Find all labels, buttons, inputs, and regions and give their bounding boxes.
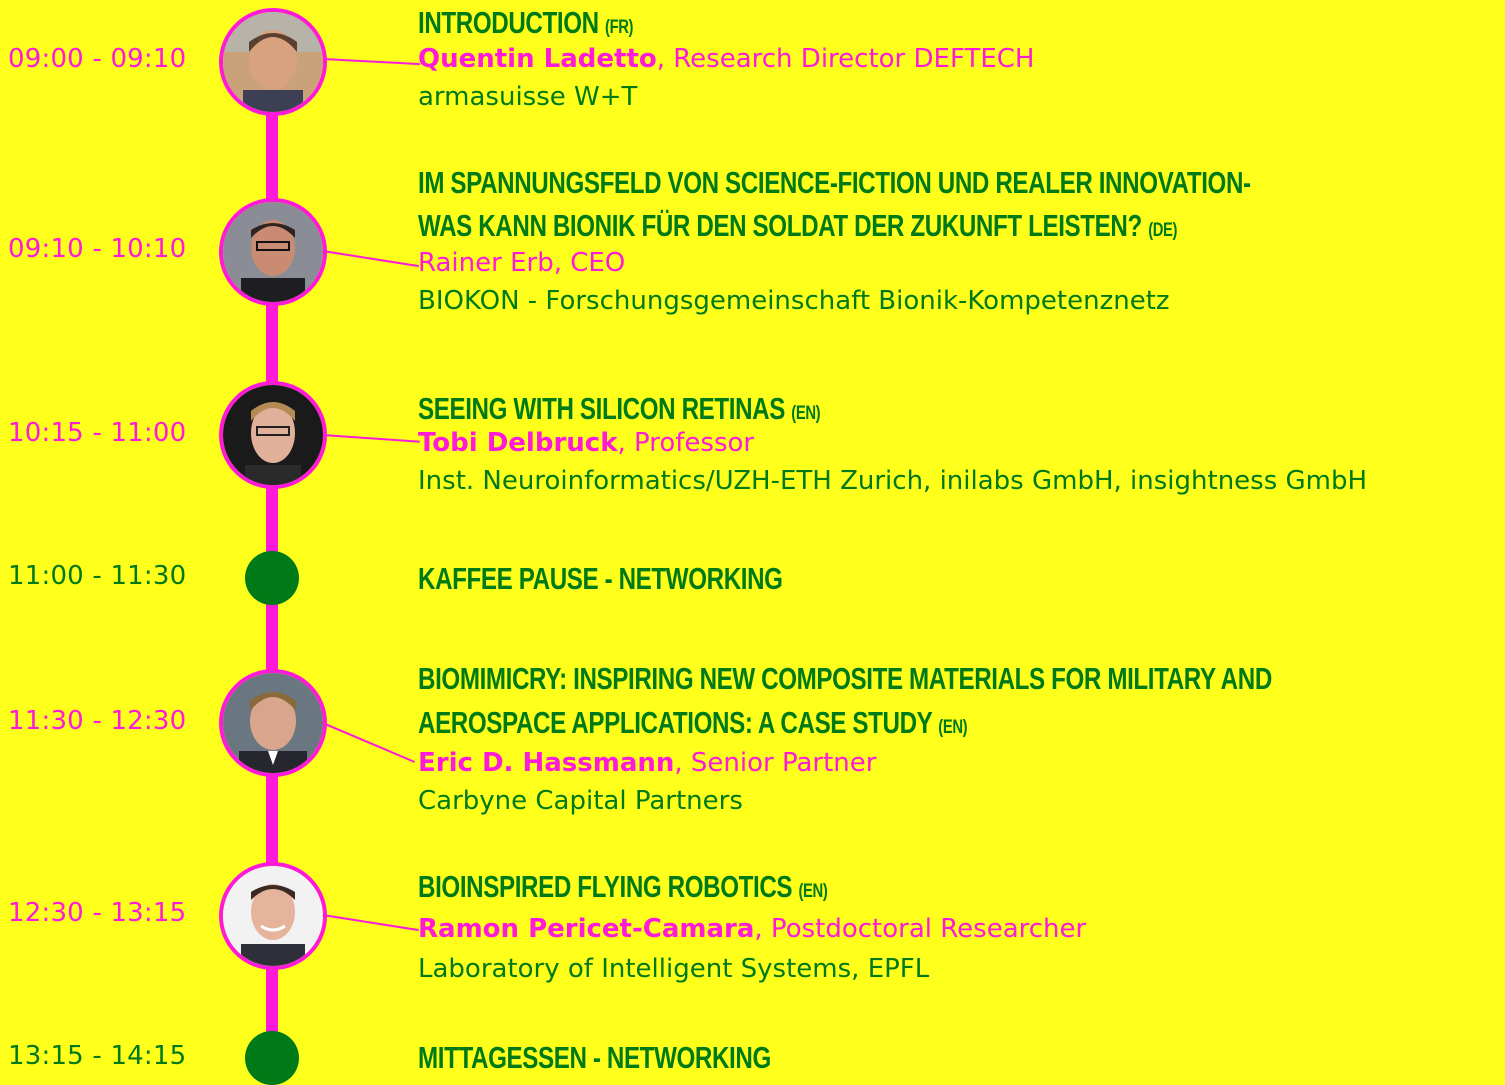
session-time: 13:15 - 14:15 xyxy=(8,1041,187,1071)
speaker-photo xyxy=(219,8,327,116)
session-title: BIOINSPIRED FLYING ROBOTICS (EN) xyxy=(418,869,828,904)
speaker-org: Laboratory of Intelligent Systems, EPFL xyxy=(418,954,930,984)
connector-line xyxy=(322,58,420,66)
session-title: MITTAGESSEN - NETWORKING xyxy=(418,1040,771,1075)
speaker-photo xyxy=(219,669,327,777)
session-title-line1: IM SPANNUNGSFELD VON SCIENCE-FICTION UND… xyxy=(418,165,1251,200)
session-time: 09:00 - 09:10 xyxy=(8,44,187,74)
speaker-photo xyxy=(219,381,327,489)
session-time: 09:10 - 10:10 xyxy=(8,234,187,264)
break-marker xyxy=(245,1031,299,1085)
session-time: 10:15 - 11:00 xyxy=(8,418,187,448)
speaker-photo xyxy=(219,198,327,306)
connector-line xyxy=(322,434,420,443)
speaker: Quentin Ladetto, Research Director DEFTE… xyxy=(418,44,1035,74)
connector-line xyxy=(322,250,419,268)
speaker: Tobi Delbruck, Professor xyxy=(418,428,755,458)
session-title-line1: BIOMIMICRY: INSPIRING NEW COMPOSITE MATE… xyxy=(418,661,1272,696)
session-title: INTRODUCTION (FR) xyxy=(418,5,634,40)
session-time: 12:30 - 13:15 xyxy=(8,898,187,928)
speaker: Ramon Pericet-Camara, Postdoctoral Resea… xyxy=(418,914,1087,944)
session-title-line2: WAS KANN BIONIK FÜR DEN SOLDAT DER ZUKUN… xyxy=(418,208,1178,243)
speaker-photo xyxy=(219,862,327,970)
speaker-org: Inst. Neuroinformatics/UZH-ETH Zurich, i… xyxy=(418,466,1368,496)
speaker-org: BIOKON - Forschungsgemeinschaft Bionik-K… xyxy=(418,286,1170,316)
session-time: 11:30 - 12:30 xyxy=(8,706,187,736)
break-marker xyxy=(245,551,299,605)
speaker-org: armasuisse W+T xyxy=(418,82,638,112)
session-time: 11:00 - 11:30 xyxy=(8,561,187,591)
speaker: Eric D. Hassmann, Senior Partner xyxy=(418,748,877,778)
session-title: KAFFEE PAUSE - NETWORKING xyxy=(418,561,783,596)
connector-line xyxy=(322,722,416,763)
speaker-org: Carbyne Capital Partners xyxy=(418,786,743,816)
speaker: Rainer Erb, CEO xyxy=(418,248,626,278)
connector-line xyxy=(322,914,419,932)
session-title-line2: AEROSPACE APPLICATIONS: A CASE STUDY (EN… xyxy=(418,705,968,740)
